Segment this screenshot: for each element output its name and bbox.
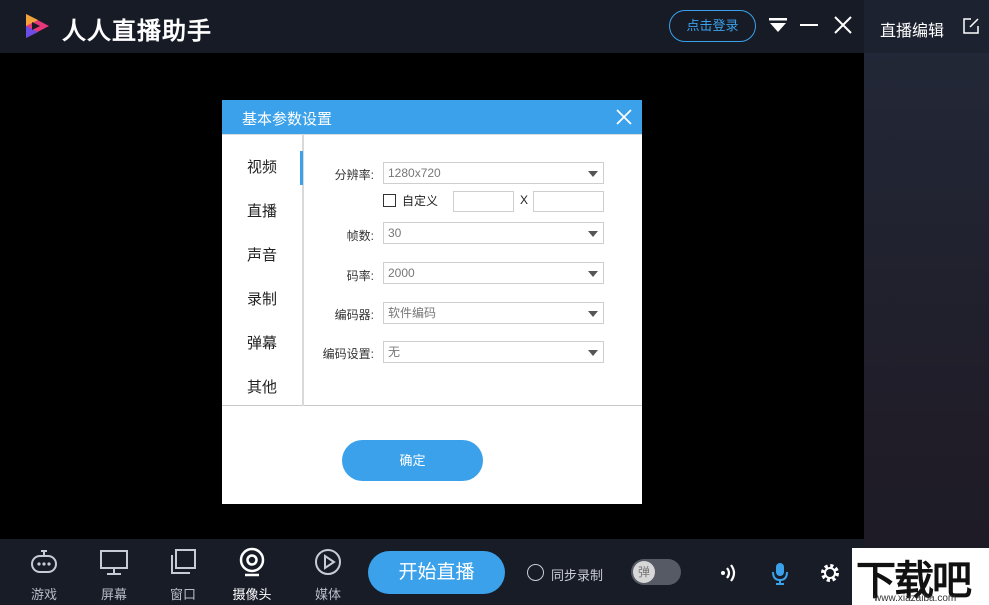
encoder-settings-select[interactable]: 无 bbox=[383, 341, 604, 363]
start-live-button[interactable]: 开始直播 bbox=[368, 551, 505, 594]
fps-label: 帧数: bbox=[346, 229, 374, 243]
login-button[interactable]: 点击登录 bbox=[669, 10, 756, 42]
watermark-url: www.xiazaiba.com bbox=[874, 593, 957, 604]
camera-icon bbox=[239, 547, 265, 577]
tool-media[interactable]: 媒体 bbox=[300, 539, 356, 605]
sync-record-label: 同步录制 bbox=[551, 568, 604, 583]
custom-height-input[interactable] bbox=[533, 191, 604, 212]
bottom-toolbar: 游戏 屏幕 窗口 摄像头 媒体 开始直播 同步录制 弹 bbox=[0, 539, 864, 605]
chevron-down-icon bbox=[588, 311, 598, 317]
tool-screen[interactable]: 屏幕 bbox=[86, 539, 142, 605]
custom-resolution-label: 自定义 bbox=[402, 194, 439, 208]
sidebar-item-other[interactable]: 其他 bbox=[222, 376, 302, 397]
danmaku-toggle-knob: 弹 bbox=[633, 561, 655, 583]
watermark: 下载吧 www.xiazaiba.com bbox=[852, 548, 989, 605]
encoder-settings-label: 编码设置: bbox=[322, 347, 374, 361]
sidebar-item-live[interactable]: 直播 bbox=[222, 200, 302, 221]
live-edit-header: 直播编辑 bbox=[864, 0, 989, 53]
chevron-down-icon bbox=[588, 231, 598, 237]
chevron-down-icon bbox=[588, 271, 598, 277]
minimize-icon[interactable] bbox=[797, 13, 821, 37]
bitrate-select[interactable]: 2000 bbox=[383, 262, 604, 284]
bitrate-label: 码率: bbox=[346, 269, 374, 283]
tool-screen-label: 屏幕 bbox=[100, 587, 127, 602]
microphone-icon[interactable] bbox=[768, 561, 792, 585]
resolution-value: 1280x720 bbox=[388, 166, 441, 180]
speaker-icon[interactable] bbox=[718, 561, 742, 585]
sidebar-item-video[interactable]: 视频 bbox=[222, 156, 302, 177]
dialog-header: 基本参数设置 bbox=[222, 100, 642, 134]
play-icon bbox=[315, 549, 341, 575]
tool-window-label: 窗口 bbox=[169, 587, 196, 602]
chevron-down-icon bbox=[588, 350, 598, 356]
confirm-button[interactable]: 确定 bbox=[342, 440, 483, 481]
app-title: 人人直播助手 bbox=[62, 18, 212, 45]
app-logo-icon bbox=[26, 14, 49, 38]
title-bar: 人人直播助手 点击登录 bbox=[0, 0, 864, 53]
monitor-icon bbox=[100, 550, 128, 575]
tool-window[interactable]: 窗口 bbox=[155, 539, 211, 605]
sidebar-item-record[interactable]: 录制 bbox=[222, 288, 302, 309]
fps-value: 30 bbox=[388, 226, 402, 240]
gear-icon[interactable] bbox=[818, 561, 842, 585]
dropdown-menu-icon[interactable] bbox=[766, 13, 790, 37]
custom-size-separator: X bbox=[520, 193, 529, 207]
sync-record-radio[interactable] bbox=[527, 564, 544, 581]
dialog-title: 基本参数设置 bbox=[242, 111, 333, 128]
sidebar-item-danmaku[interactable]: 弹幕 bbox=[222, 332, 302, 353]
custom-resolution-checkbox[interactable] bbox=[383, 194, 396, 207]
close-icon[interactable] bbox=[831, 13, 855, 37]
resolution-select[interactable]: 1280x720 bbox=[383, 162, 604, 184]
chevron-down-icon bbox=[588, 171, 598, 177]
tool-media-label: 媒体 bbox=[314, 587, 341, 602]
tool-game-label: 游戏 bbox=[30, 587, 57, 602]
dialog-body: 视频 直播 声音 录制 弹幕 其他 分辨率: 1280x720 自定义 X 帧数… bbox=[222, 134, 642, 406]
gamepad-icon bbox=[31, 550, 57, 573]
resolution-label: 分辨率: bbox=[334, 168, 374, 182]
sidebar-item-audio[interactable]: 声音 bbox=[222, 244, 302, 265]
tool-camera[interactable]: 摄像头 bbox=[224, 539, 280, 605]
encoder-label: 编码器: bbox=[334, 308, 374, 322]
encoder-settings-value: 无 bbox=[388, 345, 401, 359]
danmaku-toggle[interactable]: 弹 bbox=[631, 559, 681, 585]
live-edit-panel: 直播编辑 bbox=[864, 0, 989, 605]
tool-game[interactable]: 游戏 bbox=[16, 539, 72, 605]
live-edit-title: 直播编辑 bbox=[880, 23, 945, 40]
fps-select[interactable]: 30 bbox=[383, 222, 604, 244]
tool-camera-label: 摄像头 bbox=[232, 587, 272, 602]
encoder-select[interactable]: 软件编码 bbox=[383, 302, 604, 324]
encoder-value: 软件编码 bbox=[388, 306, 437, 320]
window-icon bbox=[171, 549, 196, 574]
edit-icon[interactable] bbox=[962, 17, 980, 35]
custom-width-input[interactable] bbox=[453, 191, 514, 212]
bitrate-value: 2000 bbox=[388, 266, 415, 280]
basic-settings-dialog: 基本参数设置 视频 直播 声音 录制 弹幕 其他 分辨率: 1280x720 自… bbox=[222, 100, 642, 504]
dialog-close-icon[interactable] bbox=[615, 108, 633, 126]
